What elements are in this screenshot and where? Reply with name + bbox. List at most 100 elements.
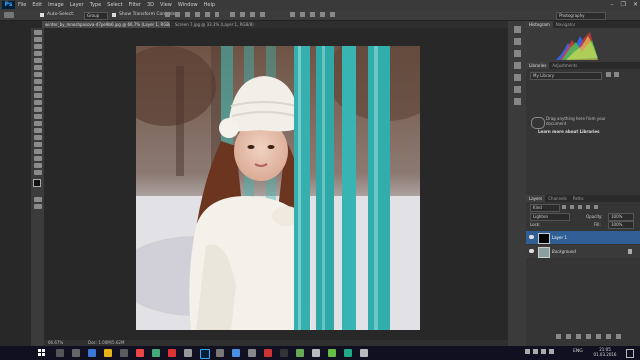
menu-layer[interactable]: Layer <box>70 0 84 10</box>
menu-select[interactable]: Select <box>107 0 122 10</box>
auto-select-dropdown[interactable]: Group <box>84 12 108 20</box>
menu-type[interactable]: Type <box>90 0 101 10</box>
minimize-button[interactable]: – <box>611 0 614 10</box>
more-tools-icon[interactable] <box>33 170 42 175</box>
language-indicator[interactable]: ENG <box>573 349 583 354</box>
fill-input[interactable]: 100% <box>608 221 634 229</box>
foreground-color-swatch[interactable] <box>33 179 41 187</box>
layer-filter-kind[interactable]: Kind <box>530 204 560 212</box>
shape-tool-icon[interactable] <box>33 149 42 154</box>
menu-image[interactable]: Image <box>48 0 64 10</box>
list-view-icon[interactable] <box>614 72 619 77</box>
app-icon[interactable] <box>296 349 304 357</box>
brush-preset-icon[interactable] <box>513 50 521 57</box>
explorer-icon[interactable] <box>104 349 112 357</box>
chrome-icon[interactable] <box>152 349 160 357</box>
workspace-select[interactable]: Photography <box>556 12 606 20</box>
character-icon[interactable] <box>513 74 521 81</box>
align-icons[interactable] <box>165 12 266 18</box>
app-icon[interactable] <box>312 349 320 357</box>
type-tool-icon[interactable] <box>33 135 42 140</box>
layer-name[interactable]: Layer 1 <box>552 235 567 240</box>
app-icon[interactable] <box>360 349 368 357</box>
document-canvas-photo[interactable] <box>136 46 420 330</box>
dodge-tool-icon[interactable] <box>33 121 42 126</box>
properties-icon[interactable] <box>513 38 521 45</box>
move-tool-icon[interactable] <box>4 12 14 18</box>
menu-file[interactable]: File <box>18 0 26 10</box>
windows-start-icon[interactable] <box>38 349 46 357</box>
task-view-icon[interactable] <box>72 349 80 357</box>
tab-layers[interactable]: Layers <box>526 195 546 202</box>
healing-brush-tool-icon[interactable] <box>33 72 42 77</box>
menu-view[interactable]: View <box>160 0 172 10</box>
app-icon[interactable] <box>232 349 240 357</box>
path-select-tool-icon[interactable] <box>33 142 42 147</box>
learn-more-link[interactable]: Learn more about Libraries <box>538 129 628 134</box>
opera-icon[interactable] <box>136 349 144 357</box>
layer-filter-icons[interactable] <box>562 205 632 210</box>
brush-icon[interactable] <box>513 62 521 69</box>
lasso-tool-icon[interactable] <box>33 44 42 49</box>
marquee-tool-icon[interactable] <box>33 37 42 42</box>
menu-window[interactable]: Window <box>178 0 198 10</box>
layer-row-selected[interactable]: Layer 1 <box>526 231 640 244</box>
app-icon[interactable] <box>328 349 336 357</box>
notification-icon[interactable] <box>626 349 634 358</box>
brush-tool-icon[interactable] <box>33 79 42 84</box>
tab-paths[interactable]: Paths <box>570 195 587 202</box>
tab-navigator[interactable]: Navigator <box>553 21 579 28</box>
channels-icon[interactable] <box>513 98 521 105</box>
system-tray-icons[interactable] <box>525 349 565 357</box>
nvidia-icon[interactable] <box>280 349 288 357</box>
tab-libraries[interactable]: Libraries <box>526 62 550 69</box>
blur-tool-icon[interactable] <box>33 114 42 119</box>
show-transform-checkbox[interactable] <box>112 13 116 17</box>
auto-select-checkbox[interactable] <box>40 13 44 17</box>
eraser-tool-icon[interactable] <box>33 100 42 105</box>
blend-mode-select[interactable]: Lighten <box>530 213 570 221</box>
app-icon[interactable] <box>216 349 224 357</box>
library-select[interactable]: My Library <box>530 72 602 80</box>
menu-help[interactable]: Help <box>204 0 215 10</box>
app-icon[interactable] <box>168 349 176 357</box>
maximize-button[interactable]: ❐ <box>621 0 626 10</box>
3d-mode-icons[interactable] <box>290 12 350 18</box>
screen-mode-icon[interactable] <box>33 204 42 209</box>
move-tool-icon[interactable] <box>33 30 42 35</box>
opacity-input[interactable]: 100% <box>608 213 634 221</box>
clone-stamp-tool-icon[interactable] <box>33 86 42 91</box>
close-button[interactable]: ✕ <box>633 0 638 10</box>
clock[interactable]: 21:05 01.03.2016 <box>590 347 620 357</box>
menu-3d[interactable]: 3D <box>147 0 154 10</box>
history-brush-tool-icon[interactable] <box>33 93 42 98</box>
hand-tool-icon[interactable] <box>33 156 42 161</box>
app-icon[interactable] <box>248 349 256 357</box>
history-icon[interactable] <box>513 26 521 33</box>
grid-view-icon[interactable] <box>606 72 611 77</box>
tab-adjustments[interactable]: Adjustments <box>549 62 580 69</box>
gradient-tool-icon[interactable] <box>33 107 42 112</box>
menu-filter[interactable]: Filter <box>129 0 141 10</box>
app-icon[interactable] <box>184 349 192 357</box>
paragraph-icon[interactable] <box>513 86 521 93</box>
layer-actions[interactable] <box>556 334 636 340</box>
app-icon[interactable] <box>264 349 272 357</box>
visibility-eye-icon[interactable] <box>529 249 534 253</box>
search-icon[interactable] <box>56 349 64 357</box>
visibility-eye-icon[interactable] <box>529 235 534 239</box>
tab-channels[interactable]: Channels <box>545 195 570 202</box>
crop-tool-icon[interactable] <box>33 58 42 63</box>
document-tab-active[interactable]: winter_by_mnoshpasova-d7pe9b6.jpg @ 66.7… <box>42 21 170 28</box>
pen-tool-icon[interactable] <box>33 128 42 133</box>
edge-icon[interactable] <box>88 349 96 357</box>
app-icon[interactable] <box>344 349 352 357</box>
document-tab[interactable]: Screen 7.jpg @ 33.3% (Layer 1, RGB/8) <box>172 21 295 28</box>
tab-histogram[interactable]: Histogram <box>526 21 553 28</box>
photoshop-taskbar-icon[interactable] <box>200 349 210 359</box>
menu-edit[interactable]: Edit <box>32 0 42 10</box>
eyedropper-tool-icon[interactable] <box>33 65 42 70</box>
store-icon[interactable] <box>120 349 128 357</box>
quick-select-tool-icon[interactable] <box>33 51 42 56</box>
zoom-tool-icon[interactable] <box>33 163 42 168</box>
